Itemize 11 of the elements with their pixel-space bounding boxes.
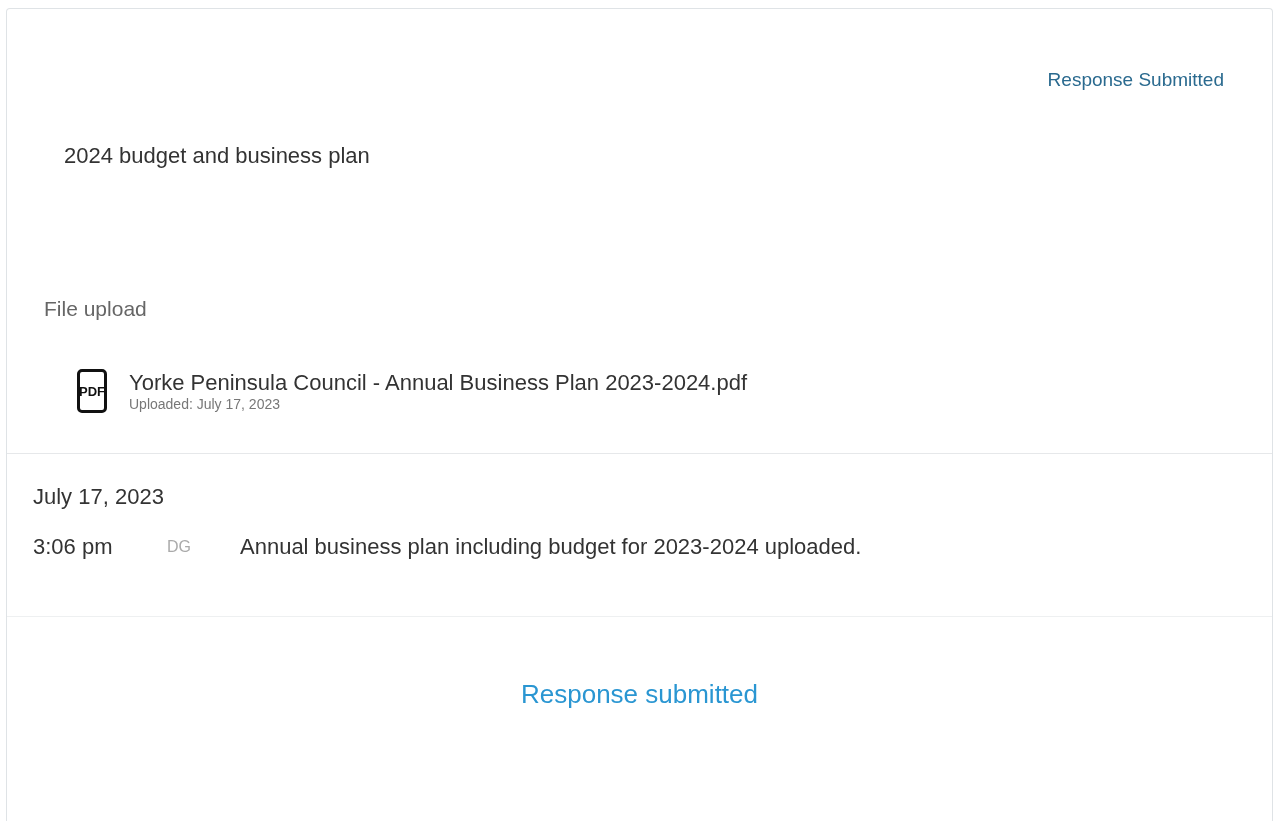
response-status: Response Submitted <box>1047 69 1224 91</box>
activity-text: Annual business plan including budget for 2023-2024 uploaded. <box>240 534 862 560</box>
user-initials: DG <box>167 538 192 556</box>
pdf-file-icon: PDF <box>77 369 107 413</box>
section-label: File upload <box>43 296 148 321</box>
activity-date: July 17, 2023 <box>33 484 165 510</box>
activity-time: 3:06 pm <box>33 534 114 560</box>
upload-date: Uploaded: July 17, 2023 <box>129 396 281 412</box>
question-title: 2024 budget and business plan <box>63 142 371 169</box>
file-link[interactable]: Yorke Peninsula Council - Annual Business Plan 2023-2024.pdf <box>129 370 748 396</box>
response-submitted-label: Response submitted <box>521 679 758 710</box>
